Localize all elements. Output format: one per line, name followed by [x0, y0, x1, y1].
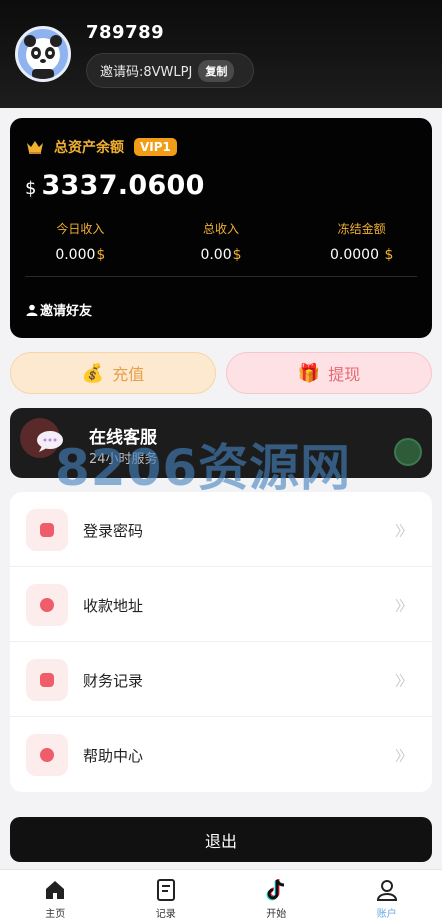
menu-item-financial-records[interactable]: 财务记录 〉〉	[10, 642, 432, 717]
chevron-right-icon: 〉〉	[395, 749, 413, 765]
service-title: 在线客服	[89, 428, 157, 448]
tab-label: 记录	[155, 909, 176, 920]
address-icon	[26, 584, 68, 626]
lock-icon	[26, 509, 68, 551]
stat-value: 0.0000	[330, 247, 379, 263]
customer-service-banner[interactable]: 在线客服 24小时服务	[10, 408, 432, 478]
asset-title-row: 总资产余额 VIP1	[26, 137, 177, 157]
settings-menu: 登录密码 〉〉 收款地址 〉〉 财务记录 〉〉 帮助中心 〉〉	[10, 492, 432, 792]
stat-value: 0.000	[55, 247, 96, 263]
withdraw-button[interactable]: 🎁 提现	[226, 352, 432, 394]
invite-code-label: 邀请码:8VWLPJ	[100, 65, 193, 80]
service-go-icon[interactable]	[394, 438, 422, 466]
asset-title: 总资产余额	[54, 140, 124, 156]
document-icon	[156, 879, 175, 901]
bottom-tab-bar: 主页 记录 开始 账户	[0, 869, 442, 922]
tab-label: 主页	[45, 909, 66, 920]
stat-label: 总收入	[203, 222, 240, 236]
tab-records[interactable]: 记录	[111, 870, 222, 922]
menu-item-receiving-address[interactable]: 收款地址 〉〉	[10, 567, 432, 642]
stat-frozen-amount: 冻结金额 0.0000 $	[291, 220, 432, 263]
invite-friends-link[interactable]: 邀请好友	[26, 300, 92, 319]
recharge-button[interactable]: 💰 充值	[10, 352, 216, 394]
recharge-label: 充值	[112, 365, 145, 384]
chevron-right-icon: 〉〉	[395, 524, 413, 540]
action-buttons: 💰 充值 🎁 提现	[10, 352, 432, 394]
balance-currency: $	[25, 178, 37, 199]
avatar[interactable]	[15, 26, 71, 82]
username: 789789	[86, 22, 165, 43]
tab-label: 开始	[266, 909, 287, 920]
user-icon	[376, 880, 397, 901]
logout-button[interactable]: 退出	[10, 817, 432, 862]
income-stats: 今日收入 0.000$ 总收入 0.00$ 冻结金额 0.0000 $	[10, 220, 432, 263]
record-icon	[26, 659, 68, 701]
balance: $ 3337.0600	[25, 170, 205, 201]
stat-total-income: 总收入 0.00$	[151, 220, 292, 263]
user-icon	[26, 304, 38, 316]
help-icon	[26, 734, 68, 776]
gift-icon: 🎁	[297, 362, 321, 384]
menu-item-label: 帮助中心	[83, 747, 144, 765]
tiktok-icon	[266, 879, 285, 901]
withdraw-label: 提现	[328, 365, 361, 384]
menu-item-help-center[interactable]: 帮助中心 〉〉	[10, 717, 432, 792]
tab-home[interactable]: 主页	[0, 870, 111, 922]
chat-bubble-icon	[37, 431, 63, 452]
chevron-right-icon: 〉〉	[395, 674, 413, 690]
chevron-right-icon: 〉〉	[395, 599, 413, 615]
profile-header: 789789 邀请码:8VWLPJ 复制	[0, 0, 442, 108]
stat-label: 今日收入	[56, 222, 105, 236]
stat-unit: $	[380, 247, 394, 263]
menu-item-label: 收款地址	[83, 597, 144, 615]
crown-icon	[27, 141, 43, 154]
copy-button[interactable]: 复制	[198, 59, 235, 82]
service-subtitle: 24小时服务	[89, 452, 158, 467]
stat-unit: $	[96, 247, 106, 263]
home-icon	[46, 881, 65, 899]
tab-account[interactable]: 账户	[332, 870, 442, 922]
invite-code-pill: 邀请码:8VWLPJ 复制	[86, 53, 254, 88]
invite-friends-label: 邀请好友	[40, 304, 93, 319]
stat-label: 冻结金额	[337, 222, 386, 236]
stat-value: 0.00	[200, 247, 232, 263]
asset-card: 总资产余额 VIP1 $ 3337.0600 今日收入 0.000$ 总收入 0…	[10, 118, 432, 338]
menu-item-label: 财务记录	[83, 672, 144, 690]
vip-badge: VIP1	[134, 138, 177, 156]
stat-today-income: 今日收入 0.000$	[10, 220, 151, 263]
menu-item-login-password[interactable]: 登录密码 〉〉	[10, 492, 432, 567]
tab-label: 账户	[376, 909, 397, 920]
menu-item-label: 登录密码	[83, 522, 144, 540]
tab-start[interactable]: 开始	[221, 870, 332, 922]
divider	[25, 276, 417, 277]
balance-amount: 3337.0600	[41, 170, 205, 201]
stat-unit: $	[232, 247, 242, 263]
panda-avatar-icon	[24, 35, 62, 79]
money-bag-icon: 💰	[81, 362, 105, 384]
